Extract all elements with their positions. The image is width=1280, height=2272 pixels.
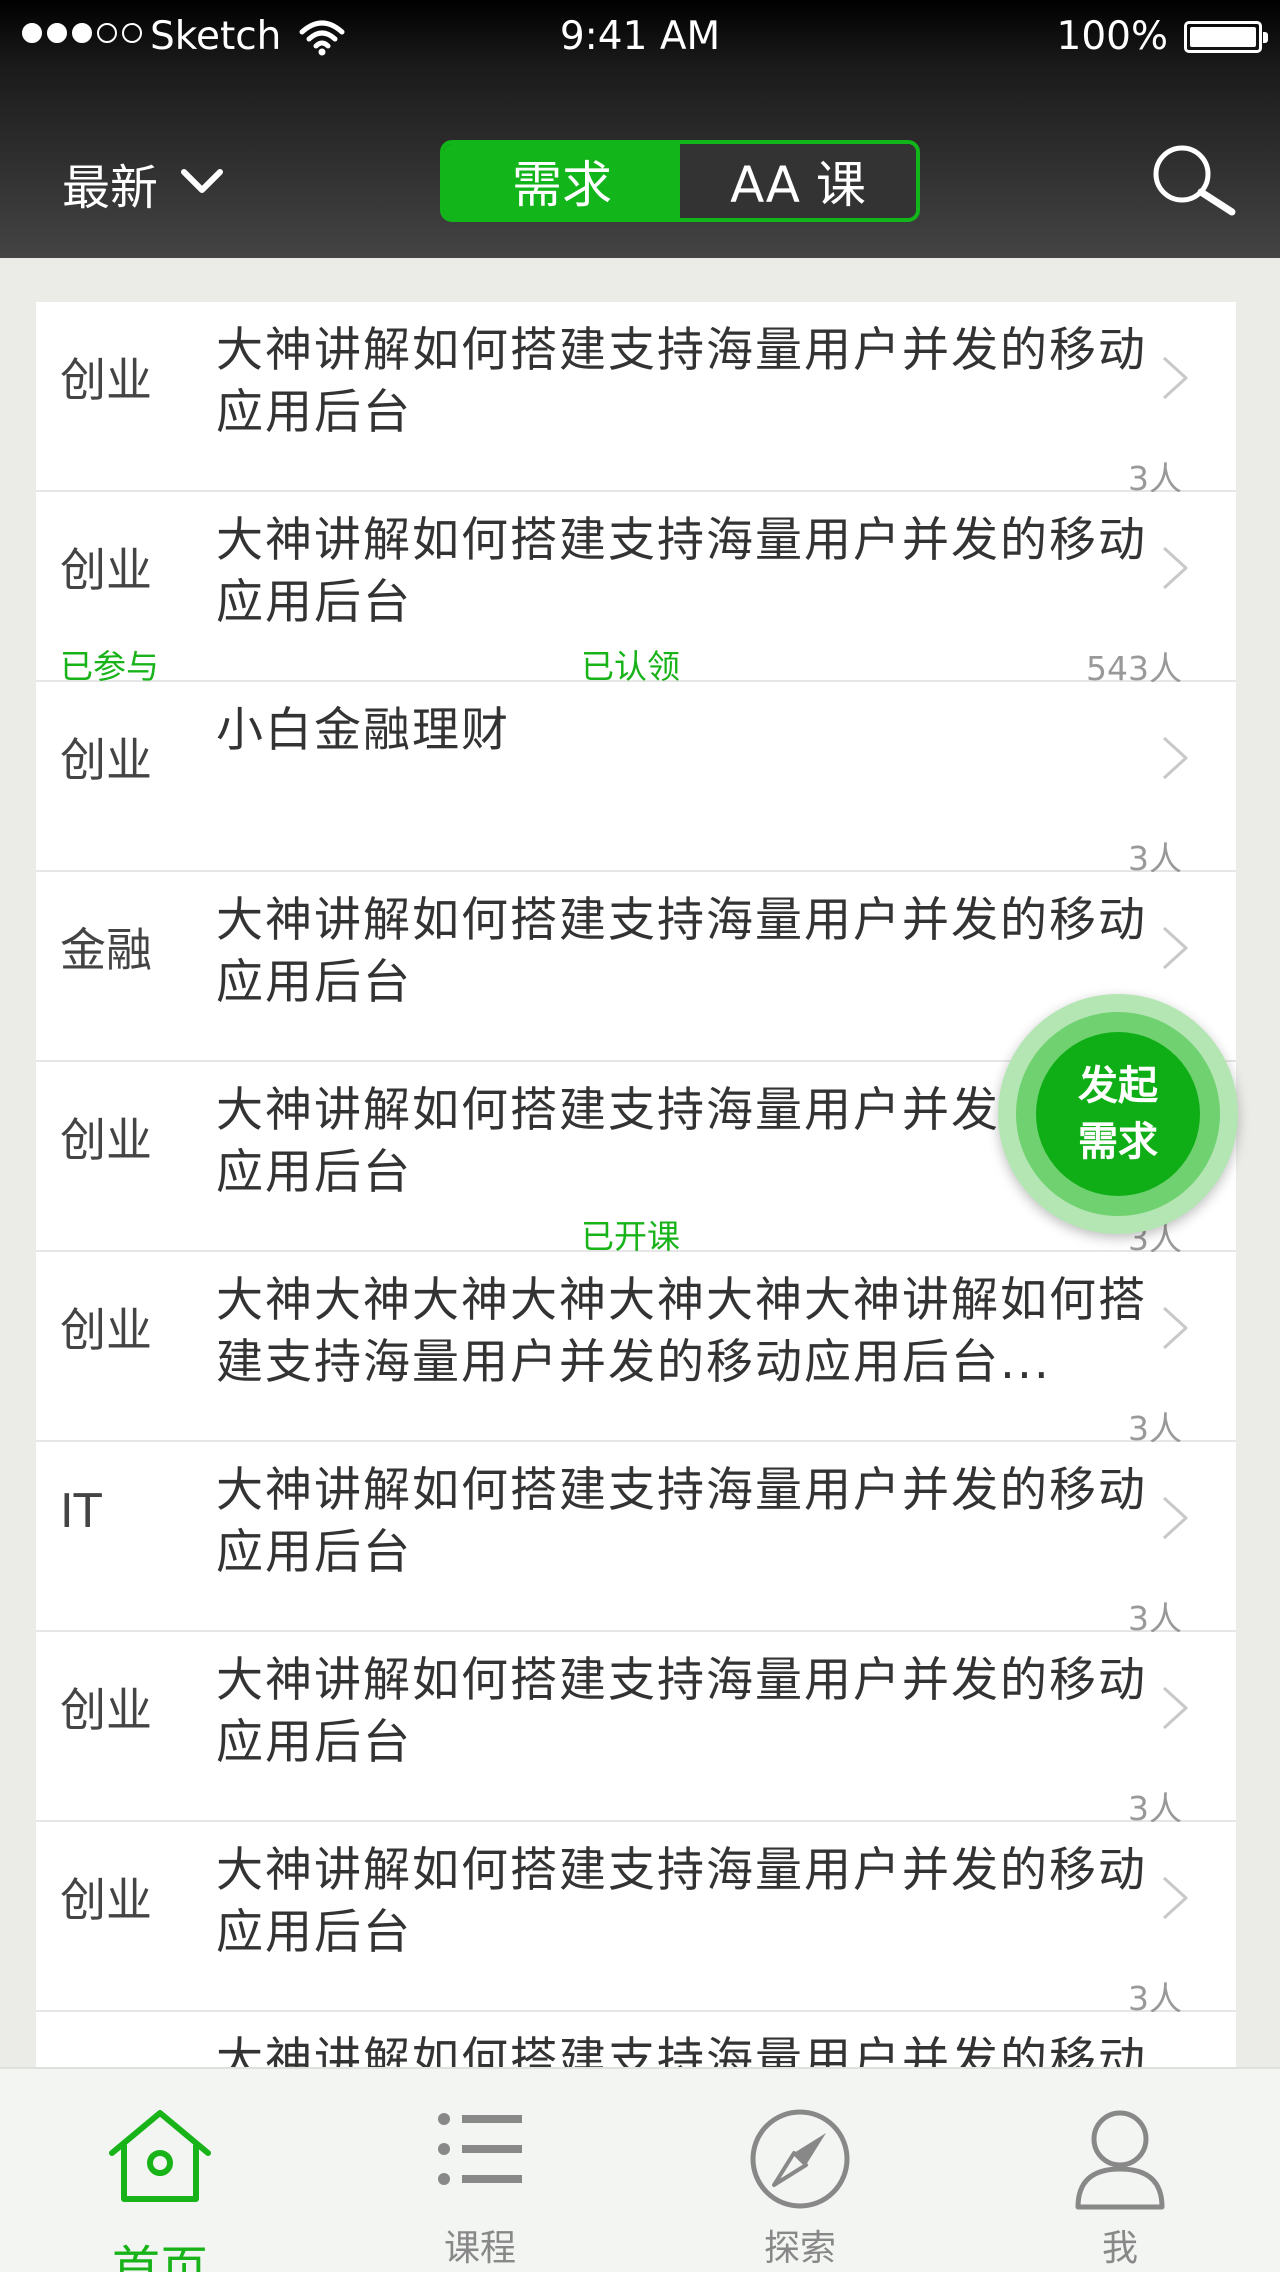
- list-item-status-badge: 已认领: [581, 647, 680, 686]
- list-item[interactable]: 创业 大神大神大神大神大神大神大神讲解如何搭建支持海量用户并发的移动应用后台...…: [36, 1252, 1236, 1448]
- list-item-category: 创业: [60, 1113, 152, 1167]
- list-item-category: 创业: [60, 2054, 152, 2067]
- tabbar-label-courses: 课程: [443, 2228, 516, 2269]
- list-item[interactable]: 创业大神讲解如何搭建支持海量用户并发的移动应用后台3人: [36, 2012, 1236, 2067]
- list-item-status-badge: 已参与: [60, 647, 159, 686]
- tabbar-item-home[interactable]: 首页: [0, 2069, 320, 2272]
- segmented-control: 需求 AA 课: [440, 140, 920, 222]
- tabbar-label-me: 我: [1101, 2228, 1138, 2269]
- chevron-right-icon: [1160, 734, 1190, 786]
- list-item-category: 创业: [60, 353, 152, 407]
- list-item-category: 创业: [60, 733, 152, 787]
- header: Sketch 9:41 AM 100% 最新 需求 AA 课: [0, 0, 1280, 258]
- create-demand-button[interactable]: 发起 需求: [998, 994, 1238, 1234]
- list-item-category: IT: [60, 1484, 102, 1538]
- list-item-category: 创业: [60, 1303, 152, 1357]
- list-item[interactable]: IT 大神讲解如何搭建支持海量用户并发的移动应用后台 3人: [36, 1442, 1236, 1638]
- list-item-title: 大神讲解如何搭建支持海量用户并发的移动应用后台: [216, 2033, 1147, 2067]
- list-item-title: 大神大神大神大神大神大神大神讲解如何搭建支持海量用户并发的移动应用后台...: [216, 1273, 1147, 1390]
- chevron-right-icon: [1160, 544, 1190, 596]
- sort-label: 最新: [62, 160, 159, 216]
- list-item-status-badge: 已开课: [581, 1217, 680, 1256]
- tab-aa-course[interactable]: AA 课: [680, 144, 916, 218]
- fab-label-line1: 发起: [1078, 1063, 1158, 1109]
- app-screen: Sketch 9:41 AM 100% 最新 需求 AA 课 创业 大神讲解如何…: [0, 0, 1280, 2272]
- chevron-right-icon: [1160, 924, 1190, 976]
- list-item-title: 大神讲解如何搭建支持海量用户并发的移动应用后台: [216, 513, 1147, 630]
- list-item-title: 小白金融理财: [216, 703, 510, 758]
- search-button[interactable]: [1148, 142, 1238, 222]
- chevron-right-icon: [1160, 354, 1190, 406]
- status-bar: Sketch 9:41 AM 100%: [0, 0, 1280, 76]
- list-item-title: 大神讲解如何搭建支持海量用户并发的移动应用后台: [216, 893, 1147, 1010]
- chevron-right-icon: [1160, 1684, 1190, 1736]
- list-item[interactable]: 创业 大神讲解如何搭建支持海量用户并发的移动应用后台 543人 已参与 已认领: [36, 492, 1236, 688]
- list-item-title: 大神讲解如何搭建支持海量用户并发的移动应用后台: [216, 1463, 1147, 1580]
- home-icon: [106, 2107, 214, 2211]
- battery-percent: 100%: [1056, 14, 1169, 59]
- list-item-category: 创业: [60, 543, 152, 597]
- list-item-category: 创业: [60, 1873, 152, 1927]
- chevron-right-icon: [1160, 1874, 1190, 1926]
- list-item-title: 大神讲解如何搭建支持海量用户并发的移动应用后台: [216, 1843, 1147, 1960]
- list-item[interactable]: 创业大神讲解如何搭建支持海量用户并发的移动应用后台3人: [36, 302, 1236, 498]
- tab-bar: 首页 课程 探索 我: [0, 2067, 1280, 2272]
- tabbar-item-explore[interactable]: 探索: [640, 2069, 960, 2272]
- list-icon: [434, 2107, 526, 2195]
- battery-icon: [1184, 21, 1268, 53]
- list-item[interactable]: 创业大神讲解如何搭建支持海量用户并发的移动应用后台3人: [36, 1822, 1236, 2018]
- user-icon: [1072, 2107, 1168, 2215]
- tabbar-label-home: 首页: [111, 2241, 208, 2272]
- search-icon: [1148, 145, 1238, 222]
- list-item-category: 金融: [60, 923, 152, 977]
- chevron-down-icon: [180, 166, 224, 200]
- list-item-category: 创业: [60, 1683, 152, 1737]
- list-item[interactable]: 创业 小白金融理财 3人: [36, 682, 1236, 878]
- compass-icon: [748, 2107, 852, 2215]
- chevron-right-icon: [1160, 1494, 1190, 1546]
- fab-label-line2: 需求: [1078, 1119, 1158, 1165]
- tab-demand[interactable]: 需求: [444, 144, 680, 218]
- list-item[interactable]: 创业大神讲解如何搭建支持海量用户并发的移动应用后台3人: [36, 1632, 1236, 1828]
- sort-dropdown-button[interactable]: 最新: [62, 148, 224, 218]
- tabbar-item-courses[interactable]: 课程: [320, 2069, 640, 2272]
- chevron-right-icon: [1160, 1304, 1190, 1356]
- list-item-title: 大神讲解如何搭建支持海量用户并发的移动应用后台: [216, 1653, 1147, 1770]
- tabbar-item-me[interactable]: 我: [960, 2069, 1280, 2272]
- list-item-title: 大神讲解如何搭建支持海量用户并发的移动应用后台: [216, 323, 1147, 440]
- tabbar-label-explore: 探索: [763, 2228, 836, 2269]
